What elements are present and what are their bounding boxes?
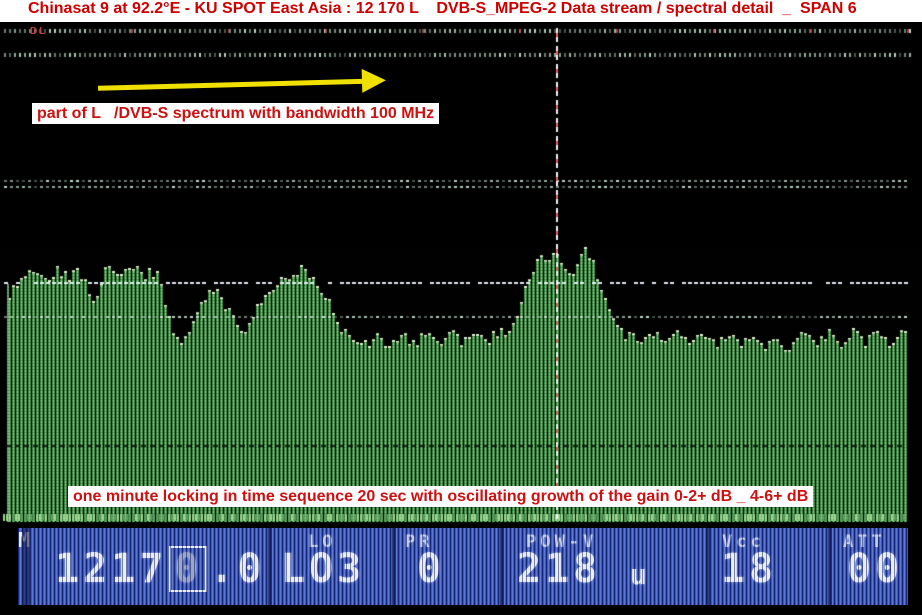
divider: [268, 528, 272, 605]
satellite-meter-screen: Chinasat 9 at 92.2°E - KU SPOT East Asia…: [0, 0, 922, 615]
divider: [22, 528, 30, 605]
bandwidth-annotation: part of L /DVB-S spectrum with bandwidth…: [32, 103, 439, 124]
divider: [392, 528, 396, 605]
lo-value: LO3: [281, 546, 365, 592]
divider: [706, 528, 710, 605]
arrow-head-icon: [362, 68, 387, 93]
power-unit: u: [630, 558, 651, 591]
vcc-value: 18: [721, 546, 777, 592]
frequency-cursor-digit[interactable]: 0: [169, 546, 207, 592]
power-value: 218: [517, 546, 601, 592]
divider: [500, 528, 504, 605]
divider: [828, 528, 832, 605]
att-value: 00: [847, 546, 903, 592]
title-bar: Chinasat 9 at 92.2°E - KU SPOT East Asia…: [0, 0, 922, 22]
frequency-digits: 1217: [55, 546, 167, 592]
status-bar: LO PR POW-V Vcc ATT 1217 0 .0 LO3 0 218 …: [18, 528, 908, 605]
page-title: Chinasat 9 at 92.2°E - KU SPOT East Asia…: [0, 0, 922, 18]
locking-annotation: one minute locking in time sequence 20 s…: [68, 486, 813, 507]
frequency-display[interactable]: 1217 0 .0: [55, 546, 266, 592]
pr-value: 0: [417, 546, 445, 592]
dl-label: DL: [30, 26, 47, 37]
arrow-shaft: [98, 79, 362, 91]
frequency-decimal: .0: [209, 546, 265, 592]
